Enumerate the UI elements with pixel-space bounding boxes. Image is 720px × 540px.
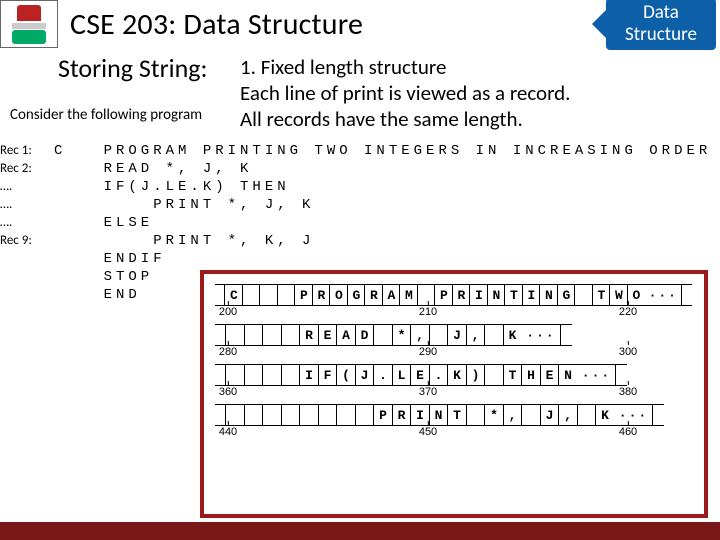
header: CSE 203: Data Structure Data Structure <box>0 0 720 48</box>
prog-line-3: IF(J.LE.K) THEN <box>54 178 711 196</box>
tape-row-2: READ*,J,K···280290300 <box>216 324 692 362</box>
rec-label-7: …. <box>0 214 52 232</box>
explain-line-2: Each line of print is viewed as a record… <box>240 80 570 106</box>
tape-row-1: CPROGRAMPRINTINGTWO···200210220 <box>216 284 692 322</box>
slide: CSE 203: Data Structure Data Structure S… <box>0 0 720 540</box>
page-title: CSE 203: Data Structure <box>70 6 363 43</box>
explain-line-3: All records have the same length. <box>240 106 523 132</box>
rec-label-4: …. <box>0 196 52 214</box>
badge-data-structure: Data Structure <box>606 0 716 50</box>
consider-text: Consider the following program <box>10 106 240 124</box>
footer-bar <box>0 522 720 540</box>
prog-line-6: PRINT *, K, J <box>54 232 711 250</box>
prog-line-2: READ *, J, K <box>54 160 711 178</box>
prog-line-5: ELSE <box>54 214 711 232</box>
explain-line-1: 1. Fixed length structure <box>240 54 446 80</box>
prog-line-7: ENDIF <box>54 250 711 268</box>
prog-line-4: PRINT *, J, K <box>54 196 711 214</box>
rec-label-8: Rec 9: <box>0 232 52 250</box>
explain-block-1: 1. Fixed length structure Each line of p… <box>240 54 710 132</box>
record-labels: Rec 1: Rec 2: …. …. …. Rec 9: <box>0 140 52 306</box>
tape-row-4: PRINT*,J,K···440450460 <box>216 404 692 442</box>
rec-label-3: …. <box>0 178 52 196</box>
memory-diagram: CPROGRAMPRINTINGTWO···200210220 READ*,J,… <box>200 270 708 518</box>
rec-label-1: Rec 1: <box>0 142 52 160</box>
logo <box>0 0 58 48</box>
prog-line-1: C PROGRAM PRINTING TWO INTEGERS IN INCRE… <box>54 142 711 160</box>
tape-row-3: IF(J.LE.K)THEN···360370380 <box>216 364 692 402</box>
rec-label-2: Rec 2: <box>0 160 52 178</box>
